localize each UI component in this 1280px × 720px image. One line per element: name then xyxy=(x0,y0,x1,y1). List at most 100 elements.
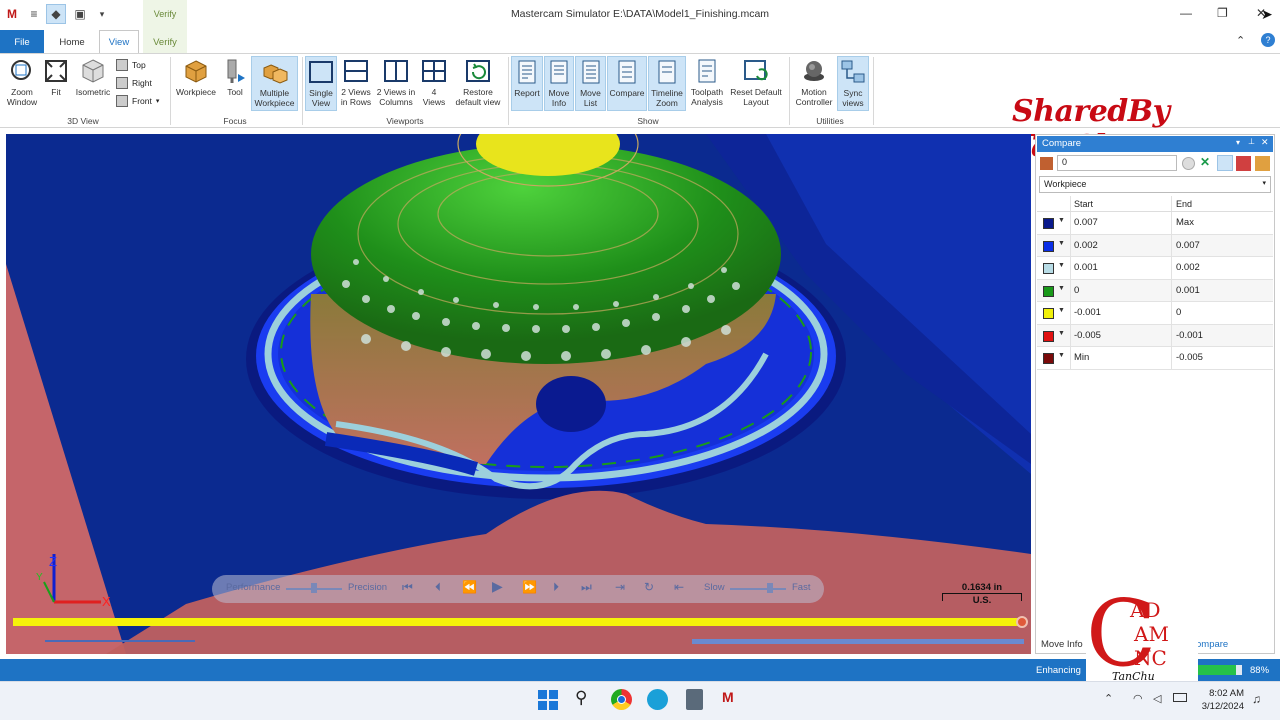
step-forward-icon[interactable]: ⏵ xyxy=(553,580,559,595)
volume-icon[interactable]: ◁ xyxy=(1153,692,1161,705)
compare-tool-icon[interactable] xyxy=(1040,157,1053,170)
edge-icon[interactable] xyxy=(647,689,668,710)
toolpath-analysis-button[interactable]: Toolpath Analysis xyxy=(688,58,726,107)
restore-icon[interactable]: ❐ xyxy=(1217,6,1228,20)
range-start[interactable]: 0.007 xyxy=(1074,217,1098,228)
tab-home[interactable]: Home xyxy=(52,30,92,54)
collapse-ribbon-icon[interactable]: ⌃ xyxy=(1236,34,1245,47)
range-start[interactable]: 0.001 xyxy=(1074,262,1098,273)
quick-access-dropdown-icon[interactable]: ▾ xyxy=(92,4,112,24)
four-views-button[interactable]: 4 Views xyxy=(420,58,448,107)
minimize-icon[interactable]: — xyxy=(1180,6,1192,20)
next-op-icon[interactable]: ⇥ xyxy=(615,580,625,594)
tool-button[interactable]: Tool xyxy=(221,58,249,97)
play-icon[interactable]: ▶ xyxy=(492,578,503,595)
range-start[interactable]: 0.002 xyxy=(1074,240,1098,251)
zoom-window-button[interactable]: Zoom Window xyxy=(4,58,40,107)
compare-tolerance-input[interactable]: 0 xyxy=(1057,155,1177,171)
compare-mode-icon[interactable] xyxy=(1217,155,1233,171)
color-dropdown-icon[interactable]: ▼ xyxy=(1058,240,1065,247)
move-list-button[interactable]: Move List xyxy=(575,56,606,111)
sub-timeline-track[interactable] xyxy=(45,640,195,642)
quality-slider-thumb[interactable] xyxy=(311,583,317,593)
front-dropdown-icon[interactable]: ▾ xyxy=(156,97,160,105)
compare-clear-icon[interactable]: ✕ xyxy=(1200,155,1210,169)
fast-back-icon[interactable]: ⏪ xyxy=(462,580,477,594)
range-end[interactable]: 0 xyxy=(1176,307,1181,318)
compare-row[interactable]: ▼ -0.005 -0.001 xyxy=(1037,324,1273,347)
tab-verify[interactable]: Verify xyxy=(143,30,187,54)
timeline-zoom-button[interactable]: Timeline Zoom xyxy=(648,56,686,111)
color-swatch[interactable] xyxy=(1043,353,1054,364)
tab-compare[interactable]: ompare xyxy=(1196,639,1228,650)
speed-slider-track[interactable] xyxy=(730,588,786,590)
range-start[interactable]: -0.001 xyxy=(1074,307,1101,318)
monitor-icon[interactable]: ▣ xyxy=(70,4,90,24)
range-end[interactable]: 0.001 xyxy=(1176,285,1200,296)
compare-row[interactable]: ▼ 0.002 0.007 xyxy=(1037,234,1273,257)
isometric-button[interactable]: Isometric xyxy=(72,58,114,97)
compare-row[interactable]: ▼ 0 0.001 xyxy=(1037,279,1273,302)
color-dropdown-icon[interactable]: ▼ xyxy=(1058,262,1065,269)
speed-slider-thumb[interactable] xyxy=(767,583,773,593)
search-icon[interactable]: ⚲ xyxy=(575,688,587,708)
front-view-button[interactable]: Front ▾ xyxy=(116,95,159,107)
color-swatch[interactable] xyxy=(1043,330,1054,342)
clock-time[interactable]: 8:02 AM xyxy=(1196,688,1244,699)
loop-icon[interactable]: ↻ xyxy=(644,580,654,594)
sub-timeline-range[interactable] xyxy=(692,639,1024,644)
compare-row[interactable]: ▼ -0.001 0 xyxy=(1037,302,1273,325)
range-end[interactable]: 0.007 xyxy=(1176,240,1200,251)
battery-icon[interactable] xyxy=(1173,693,1187,702)
compare-row[interactable]: ▼ Min -0.005 xyxy=(1037,347,1273,370)
color-dropdown-icon[interactable]: ▼ xyxy=(1058,307,1065,314)
fit-button[interactable]: Fit xyxy=(42,58,70,97)
motion-controller-button[interactable]: Motion Controller xyxy=(793,58,835,107)
tab-view[interactable]: View xyxy=(99,30,139,54)
range-end[interactable]: -0.001 xyxy=(1176,330,1203,341)
color-dropdown-icon[interactable]: ▼ xyxy=(1058,217,1065,224)
range-start[interactable]: Min xyxy=(1074,352,1089,363)
workpiece-button[interactable]: Workpiece xyxy=(174,58,218,97)
two-views-columns-button[interactable]: 2 Views in Columns xyxy=(375,58,417,107)
range-end[interactable]: -0.005 xyxy=(1176,352,1203,363)
panel-close-icon[interactable]: ✕ xyxy=(1261,137,1269,148)
report-button[interactable]: Report xyxy=(511,56,543,111)
compare-color-icon[interactable] xyxy=(1236,156,1251,171)
compare-refresh-icon[interactable] xyxy=(1182,157,1195,170)
calculator-icon[interactable] xyxy=(686,689,703,710)
compare-row[interactable]: ▼ 0.001 0.002 xyxy=(1037,257,1273,280)
tab-file[interactable]: File xyxy=(0,30,44,54)
compare-target-select[interactable]: Workpiece ▾ xyxy=(1039,176,1271,193)
mastercam-taskbar-icon[interactable]: M xyxy=(722,689,742,710)
color-swatch[interactable] xyxy=(1043,218,1054,229)
range-end[interactable]: Max xyxy=(1176,217,1194,228)
compare-button[interactable]: Compare xyxy=(607,56,647,111)
notification-bell-icon[interactable]: ♫ xyxy=(1252,692,1261,706)
panel-menu-icon[interactable]: ▾ xyxy=(1236,138,1240,147)
restore-default-view-button[interactable]: Restore default view xyxy=(451,58,505,107)
range-start[interactable]: -0.005 xyxy=(1074,330,1101,341)
step-back-icon[interactable]: ⏴ xyxy=(435,580,441,595)
move-info-button[interactable]: Move Info xyxy=(544,56,574,111)
single-view-button[interactable]: Single View xyxy=(305,56,337,111)
windows-start-icon[interactable] xyxy=(538,690,558,710)
right-view-button[interactable]: Right xyxy=(116,77,152,89)
color-dropdown-icon[interactable]: ▼ xyxy=(1058,285,1065,292)
skip-end-icon[interactable]: ⏭ xyxy=(581,580,592,595)
panel-pin-icon[interactable]: ⊥ xyxy=(1248,137,1255,146)
timeline-handle[interactable] xyxy=(1016,616,1028,628)
wifi-icon[interactable]: ◠ xyxy=(1133,692,1143,705)
top-view-button[interactable]: Top xyxy=(116,59,146,71)
layers-icon[interactable]: ≡ xyxy=(24,4,44,24)
color-dropdown-icon[interactable]: ▼ xyxy=(1058,352,1065,359)
color-swatch[interactable] xyxy=(1043,308,1054,319)
fast-forward-icon[interactable]: ⏩ xyxy=(522,580,537,594)
reset-default-layout-button[interactable]: Reset Default Layout xyxy=(728,58,784,107)
color-swatch[interactable] xyxy=(1043,285,1054,297)
range-start[interactable]: 0 xyxy=(1074,285,1079,296)
tab-move-info[interactable]: Move Info xyxy=(1041,639,1083,650)
color-dropdown-icon[interactable]: ▼ xyxy=(1058,330,1065,337)
tray-arrow-icon[interactable]: ⌃ xyxy=(1104,692,1113,705)
verify-quick-icon[interactable]: ◆ xyxy=(46,4,66,24)
